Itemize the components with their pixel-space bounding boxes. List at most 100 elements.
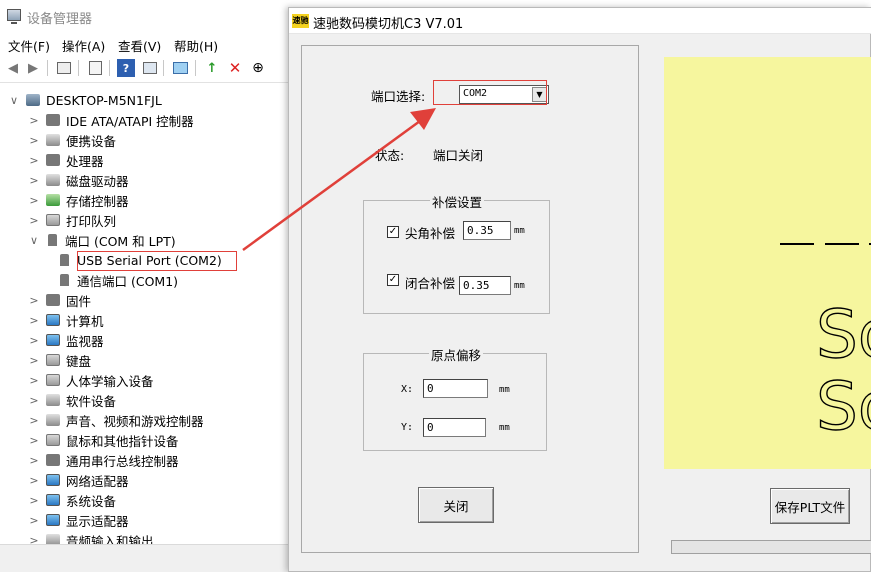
tree-category-item[interactable]: > 磁盘驱动器 (28, 170, 128, 190)
close-button[interactable]: 关闭 (418, 487, 494, 523)
app-title: 速驰数码模切机C3 V7.01 (313, 17, 464, 32)
preview-text-1: So (816, 296, 871, 373)
device-list-icon[interactable] (86, 59, 104, 77)
tree-category-item[interactable]: > 通用串行总线控制器 (28, 450, 178, 470)
tree-category-item[interactable]: > 监视器 (28, 330, 104, 350)
origin-y-input[interactable]: 0 (423, 418, 486, 437)
help-icon[interactable]: ? (117, 59, 135, 77)
toolbar-separator (78, 60, 79, 76)
tree-item-label: 鼠标和其他指针设备 (66, 433, 179, 449)
chevron-right-icon[interactable]: > (28, 174, 40, 187)
chevron-right-icon[interactable]: > (28, 314, 40, 327)
close-compensation-label: 闭合补偿 (405, 276, 456, 291)
chevron-right-icon[interactable]: > (28, 334, 40, 347)
chevron-right-icon[interactable]: > (28, 394, 40, 407)
properties-icon[interactable] (55, 59, 73, 77)
tree-category-item[interactable]: > 存储控制器 (28, 190, 128, 210)
chevron-right-icon[interactable]: > (28, 534, 40, 545)
tree-category-item[interactable]: > 处理器 (28, 150, 103, 170)
chevron-right-icon[interactable]: > (28, 454, 40, 467)
port-select-highlight (433, 80, 547, 105)
chevron-right-icon[interactable]: > (28, 154, 40, 167)
chevron-right-icon[interactable]: > (28, 214, 40, 227)
tree-item-label: 监视器 (66, 333, 104, 349)
tree-child-item[interactable]: 通信端口 (COM1) (46, 270, 178, 290)
port-device-icon (60, 254, 69, 266)
save-plt-button[interactable]: 保存PLT文件 (770, 488, 850, 524)
mon-device-icon (46, 474, 60, 486)
port-label: 端口选择: (371, 89, 426, 104)
disk-device-icon (46, 134, 60, 146)
green-device-icon (46, 194, 60, 206)
tree-category-item[interactable]: > 计算机 (28, 310, 103, 330)
tree-category-item[interactable]: > 网络适配器 (28, 470, 128, 490)
toolbar: ◀ ▶ ? ↑ ✕ ⊕ (0, 55, 300, 83)
origin-x-input[interactable]: 0 (423, 379, 488, 398)
chevron-right-icon[interactable]: > (28, 194, 40, 207)
settings-panel: 端口选择: COM2 ▼ 状态: 端口关闭 补偿设置 ✓ 尖角补偿 0.35 m… (301, 45, 639, 553)
gray-device-icon (46, 354, 60, 366)
status-bar (0, 544, 300, 572)
usb-port-highlight (77, 251, 237, 271)
uninstall-icon[interactable]: ✕ (226, 59, 244, 77)
tree-category-item[interactable]: > 键盘 (28, 350, 91, 370)
chevron-right-icon[interactable]: > (28, 494, 40, 507)
mon-device-icon (46, 494, 60, 506)
menu-action[interactable]: 操作(A) (62, 36, 105, 55)
close-compensation-checkbox[interactable]: ✓ (387, 274, 399, 286)
chevron-down-icon[interactable]: ∨ (8, 94, 20, 107)
scan-hardware-icon[interactable] (171, 59, 189, 77)
device-tree: ∨ DESKTOP-M5N1FJL > IDE ATA/ATAPI 控制器 > 便携设… (0, 88, 300, 544)
computer-icon (26, 94, 40, 106)
tree-category-item[interactable]: > 鼠标和其他指针设备 (28, 430, 179, 450)
view-icon[interactable] (141, 59, 159, 77)
chevron-right-icon[interactable]: > (28, 114, 40, 127)
sharp-compensation-unit: mm (514, 226, 525, 236)
chevron-right-icon[interactable]: > (28, 354, 40, 367)
menu-file[interactable]: 文件(F) (8, 36, 50, 55)
close-compensation-input[interactable]: 0.35 (459, 276, 511, 295)
port-device-icon (60, 274, 69, 286)
menu-help[interactable]: 帮助(H) (174, 36, 218, 55)
tree-category-item[interactable]: > 打印队列 (28, 210, 116, 230)
device-manager-window: 设备管理器 文件(F) 操作(A) 查看(V) 帮助(H) ◀ ▶ ? ↑ ✕ … (0, 0, 300, 572)
origin-x-unit: mm (499, 385, 510, 395)
forward-arrow-icon[interactable]: ▶ (24, 59, 42, 77)
sharp-compensation-input[interactable]: 0.35 (463, 221, 511, 240)
tree-category-item[interactable]: > 软件设备 (28, 390, 116, 410)
tree-item-label: 系统设备 (66, 493, 117, 509)
chevron-down-icon[interactable]: ∨ (28, 234, 40, 247)
chevron-right-icon[interactable]: > (28, 374, 40, 387)
menu-bar: 文件(F) 操作(A) 查看(V) 帮助(H) (0, 32, 300, 54)
origin-x-label: X: (401, 384, 414, 395)
chevron-right-icon[interactable]: > (28, 294, 40, 307)
tree-category-item[interactable]: > 系统设备 (28, 490, 116, 510)
tree-item-label: 通信端口 (COM1) (77, 273, 179, 289)
disable-icon[interactable]: ⊕ (249, 59, 267, 77)
tree-category-item[interactable]: > 人体学输入设备 (28, 370, 154, 390)
tree-category-item[interactable]: > 便携设备 (28, 130, 116, 150)
chevron-right-icon[interactable]: > (28, 134, 40, 147)
chevron-right-icon[interactable]: > (28, 434, 40, 447)
tree-category-item[interactable]: > IDE ATA/ATAPI 控制器 (28, 110, 193, 130)
tree-category-item[interactable]: > 音频输入和输出 (28, 530, 154, 544)
tree-category-item[interactable]: ∨ 端口 (COM 和 LPT) (28, 230, 176, 250)
chevron-right-icon[interactable]: > (28, 514, 40, 527)
chevron-right-icon[interactable]: > (28, 414, 40, 427)
update-driver-icon[interactable]: ↑ (203, 59, 221, 77)
device-manager-titlebar: 设备管理器 (0, 0, 300, 32)
tree-category-item[interactable]: > 显示适配器 (28, 510, 128, 530)
tree-item-label: 音频输入和输出 (66, 533, 154, 545)
progress-bar (671, 540, 871, 554)
sharp-compensation-checkbox[interactable]: ✓ (387, 226, 399, 238)
compensation-title: 补偿设置 (430, 192, 485, 211)
tree-root[interactable]: ∨ DESKTOP-M5N1FJL (8, 90, 162, 110)
tree-category-item[interactable]: > 声音、视频和游戏控制器 (28, 410, 203, 430)
chevron-right-icon[interactable]: > (28, 474, 40, 487)
menu-view[interactable]: 查看(V) (118, 36, 161, 55)
tree-item-label: 人体学输入设备 (66, 373, 154, 389)
gray-device-icon (46, 374, 60, 386)
mon-device-icon (46, 514, 60, 526)
tree-category-item[interactable]: > 固件 (28, 290, 91, 310)
back-arrow-icon[interactable]: ◀ (4, 59, 22, 77)
